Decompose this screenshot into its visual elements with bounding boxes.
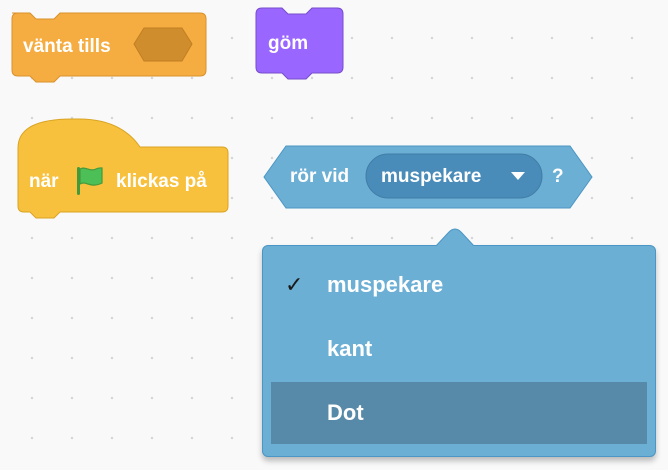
menu-item-label: kant	[327, 336, 373, 361]
dropdown-pointer	[425, 228, 485, 250]
question-mark-label: ?	[552, 166, 564, 187]
menu-item-kant[interactable]: kant	[271, 318, 647, 380]
scripts-workspace[interactable]: vänta tills göm när klickas på rör vid m…	[0, 0, 668, 470]
checkmark-icon: ✓	[285, 273, 304, 298]
menu-item-label: Dot	[327, 400, 364, 425]
menu-item-dot[interactable]: Dot	[271, 382, 647, 444]
touching-dropdown-menu[interactable]: ✓ muspekare kant Dot	[262, 228, 656, 457]
touching-value[interactable]: muspekare	[381, 166, 481, 188]
touching-label: rör vid	[290, 166, 350, 187]
menu-item-label: muspekare	[327, 272, 444, 297]
menu-item-muspekare[interactable]: ✓ muspekare	[271, 254, 647, 316]
